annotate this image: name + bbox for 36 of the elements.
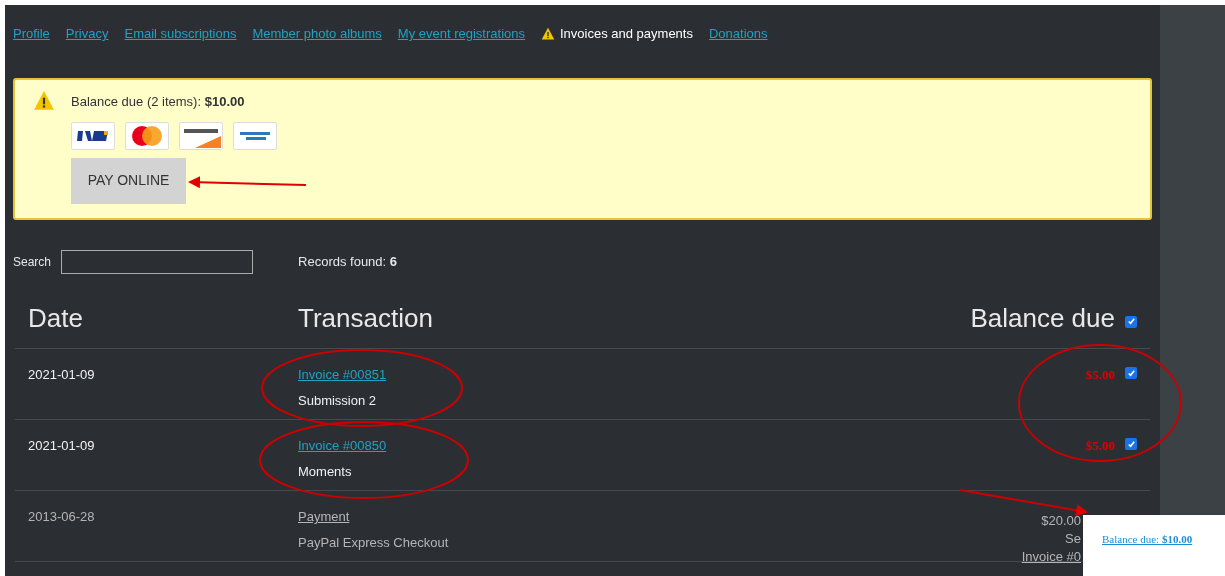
- checkbox[interactable]: [1125, 438, 1137, 450]
- nav-link[interactable]: Profile: [13, 24, 50, 44]
- column-header[interactable]: Balance due: [970, 299, 1115, 338]
- amount: $20.00: [1041, 513, 1081, 529]
- balance-summary: Balance due (2 items): $10.00: [71, 93, 246, 111]
- transaction-description: Moments: [298, 462, 352, 481]
- checkbox[interactable]: [1125, 315, 1137, 328]
- transaction-description: PayPal Express Checkout: [298, 533, 449, 552]
- search-field[interactable]: [61, 250, 254, 274]
- amount: $5.00: [1085, 437, 1115, 455]
- date-cell-text: 2021-01-09: [28, 366, 96, 382]
- amount: Se: [1065, 531, 1081, 547]
- nav-link[interactable]: Donations: [708, 24, 768, 44]
- warning-icon: [33, 90, 55, 112]
- search-label: Search: [13, 254, 52, 271]
- balance-due-link[interactable]: Balance due: $10.00: [1102, 531, 1193, 548]
- nav-link[interactable]: My event registrations: [397, 24, 525, 44]
- warning-icon: [541, 27, 555, 41]
- date-cell-text: 2013-06-28: [28, 508, 96, 524]
- transaction-description: Submission 2: [298, 391, 377, 410]
- transaction-link[interactable]: Payment: [298, 507, 350, 527]
- checkbox[interactable]: [1125, 367, 1137, 379]
- nav-link[interactable]: Privacy: [65, 24, 109, 44]
- pay-online-button[interactable]: PAY ONLINE: [71, 157, 186, 204]
- amount: $5.00: [1085, 366, 1115, 384]
- mastercard-icon: [125, 121, 169, 150]
- nav-tab-current[interactable]: Invoices and payments: [541, 24, 693, 44]
- column-header: Transaction: [298, 302, 434, 335]
- nav-link[interactable]: Member photo albums: [252, 24, 382, 44]
- date-cell-text: 2021-01-09: [28, 437, 96, 453]
- records-count: Records found: 6: [298, 253, 398, 272]
- amount: Invoice #0: [1021, 549, 1081, 565]
- column-header: Date: [28, 302, 84, 335]
- transaction-link[interactable]: Invoice #00850: [298, 436, 387, 456]
- nav-link[interactable]: Email subscriptions: [124, 24, 237, 44]
- transaction-link[interactable]: Invoice #00851: [298, 365, 387, 385]
